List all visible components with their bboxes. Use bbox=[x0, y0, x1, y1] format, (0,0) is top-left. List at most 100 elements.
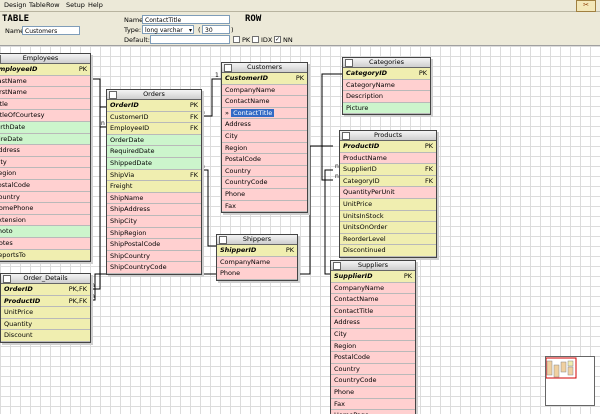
table-row[interactable]: ShipCountry bbox=[107, 250, 201, 263]
table-row[interactable]: LastName bbox=[0, 75, 90, 88]
table-row[interactable]: ShippedDate bbox=[107, 157, 201, 170]
table-row[interactable]: CustomerID PK bbox=[222, 73, 307, 85]
table-select-checkbox[interactable] bbox=[3, 275, 11, 283]
table-row[interactable]: City bbox=[331, 328, 415, 341]
table-row[interactable]: ShipCountryCode bbox=[107, 262, 201, 274]
table-header[interactable]: Employees bbox=[0, 54, 90, 64]
table-row[interactable]: ShipName bbox=[107, 192, 201, 205]
table-row[interactable]: Phone bbox=[331, 386, 415, 399]
table-row[interactable]: UnitsInStock bbox=[340, 210, 436, 223]
table-row[interactable]: ShipRegion bbox=[107, 227, 201, 240]
nn-checkbox[interactable]: ✓ bbox=[274, 36, 281, 43]
table-row[interactable]: PostalCode bbox=[0, 179, 90, 192]
table-shippers[interactable]: Shippers ShipperID PK CompanyName Phone bbox=[216, 234, 298, 281]
table-products[interactable]: Products ProductID PK ProductName SupplierID… bbox=[339, 130, 437, 258]
table-row[interactable]: OrderDate bbox=[107, 134, 201, 147]
table-row[interactable]: CompanyName bbox=[331, 282, 415, 295]
table-row[interactable]: ShipCity bbox=[107, 215, 201, 228]
design-canvas[interactable]: 1 n n n n n n n EmployeesEmployeeIDPKLas… bbox=[0, 46, 600, 414]
link-orders-orderdetails[interactable] bbox=[90, 106, 107, 290]
table-row[interactable]: ProductID PK,FK bbox=[1, 295, 90, 308]
table-row[interactable]: HireDate bbox=[0, 133, 90, 146]
link-shippers-orders[interactable] bbox=[200, 169, 216, 247]
table-row[interactable]: Freight bbox=[107, 181, 201, 193]
table-row[interactable]: EmployeeID FK bbox=[107, 123, 201, 135]
table-row[interactable]: ShipVia FK bbox=[107, 169, 201, 182]
table-row[interactable]: ContactName bbox=[222, 96, 307, 108]
table-row[interactable]: CompanyName bbox=[217, 256, 297, 269]
table-row[interactable]: Country bbox=[331, 363, 415, 376]
table-row[interactable]: Extension bbox=[0, 214, 90, 227]
table-row[interactable]: Title bbox=[0, 98, 90, 111]
row-size-input[interactable]: 30 bbox=[202, 25, 230, 34]
table-row[interactable]: ReportsTo bbox=[0, 249, 90, 262]
table-order-details[interactable]: Order_Details OrderID PK,FK ProductID PK,FK U… bbox=[0, 273, 91, 343]
table-row[interactable]: UnitsOnOrder bbox=[340, 222, 436, 234]
menu-design[interactable]: Design bbox=[4, 1, 26, 9]
table-header[interactable]: Products bbox=[340, 131, 436, 141]
table-row[interactable]: SupplierID PK bbox=[331, 271, 415, 283]
table-row[interactable]: PostalCode bbox=[222, 154, 307, 166]
table-customers[interactable]: Customers CustomerID PK CompanyName ContactN… bbox=[221, 62, 308, 214]
table-row[interactable]: CountryCode bbox=[222, 177, 307, 189]
row-name-input[interactable]: ContactTitle bbox=[142, 15, 230, 24]
table-row[interactable]: OrderID PK bbox=[107, 100, 201, 112]
table-row[interactable]: CompanyName bbox=[222, 84, 307, 97]
menu-table[interactable]: Table bbox=[29, 1, 46, 9]
table-header[interactable]: Shippers bbox=[217, 235, 297, 245]
table-row[interactable]: Address bbox=[222, 119, 307, 131]
table-row[interactable]: Phone bbox=[217, 268, 297, 280]
table-row[interactable]: Phone bbox=[222, 188, 307, 201]
table-row[interactable]: Country bbox=[0, 191, 90, 204]
table-row[interactable]: CategoryName bbox=[343, 79, 430, 92]
table-row[interactable]: CustomerID FK bbox=[107, 111, 201, 124]
table-orders[interactable]: Orders OrderID PK CustomerID FK EmployeeID FK O… bbox=[106, 89, 202, 275]
table-row[interactable]: ContactName bbox=[331, 294, 415, 306]
table-row[interactable]: CategoryID FK bbox=[340, 175, 436, 188]
row-type-select[interactable]: long varchar ▾ bbox=[142, 25, 194, 34]
table-row[interactable]: RequiredDate bbox=[107, 146, 201, 158]
table-row[interactable]: CategoryID PK bbox=[343, 68, 430, 80]
table-row[interactable]: City bbox=[0, 156, 90, 169]
table-row[interactable]: Photo bbox=[0, 226, 90, 238]
table-row[interactable]: TitleOfCourtesy bbox=[0, 110, 90, 122]
table-row[interactable]: Quantity bbox=[1, 318, 90, 331]
idx-checkbox[interactable] bbox=[252, 36, 259, 43]
table-select-checkbox[interactable] bbox=[333, 262, 341, 270]
table-row[interactable]: Discontinued bbox=[340, 245, 436, 257]
table-row[interactable]: SupplierID FK bbox=[340, 164, 436, 176]
menu-row[interactable]: Row bbox=[46, 1, 60, 9]
table-row[interactable]: UnitPrice bbox=[340, 198, 436, 211]
table-row[interactable]: CountryCode bbox=[331, 375, 415, 387]
table-select-checkbox[interactable] bbox=[345, 59, 353, 67]
table-row[interactable]: Address bbox=[0, 145, 90, 157]
table-header[interactable]: Categories bbox=[343, 58, 430, 68]
table-employees[interactable]: Employees EmployeeID PK LastName FirstName Ti… bbox=[0, 53, 91, 263]
table-row[interactable]: Region bbox=[0, 168, 90, 180]
table-row[interactable]: Address bbox=[331, 317, 415, 329]
table-header[interactable]: Order_Details bbox=[1, 274, 90, 284]
table-row[interactable]: ContactTitle bbox=[331, 305, 415, 318]
menu-help[interactable]: Help bbox=[88, 1, 103, 9]
table-row[interactable]: Notes bbox=[0, 237, 90, 250]
table-row[interactable]: ProductID PK bbox=[340, 141, 436, 153]
table-row[interactable]: HomePage bbox=[331, 410, 415, 414]
table-row[interactable]: OrderID PK,FK bbox=[1, 284, 90, 296]
table-row[interactable]: » ContactTitle bbox=[222, 107, 307, 120]
table-row[interactable]: Picture bbox=[343, 102, 430, 115]
table-row[interactable]: ShipperID PK bbox=[217, 245, 297, 257]
table-row[interactable]: Fax bbox=[331, 398, 415, 411]
link-suppliers-products[interactable] bbox=[324, 169, 333, 275]
pk-checkbox[interactable] bbox=[233, 36, 240, 43]
table-row[interactable]: ReorderLevel bbox=[340, 233, 436, 246]
table-row[interactable]: UnitPrice bbox=[1, 307, 90, 319]
menu-setup[interactable]: Setup bbox=[66, 1, 85, 9]
table-suppliers[interactable]: Suppliers SupplierID PK CompanyName ContactN… bbox=[330, 260, 416, 414]
table-header[interactable]: Suppliers bbox=[331, 261, 415, 271]
table-header[interactable]: Customers bbox=[222, 63, 307, 73]
table-header[interactable]: Orders bbox=[107, 90, 201, 100]
table-row[interactable]: Region bbox=[331, 340, 415, 353]
table-row[interactable]: BirthDate bbox=[0, 121, 90, 134]
overview-minimap[interactable] bbox=[545, 356, 595, 406]
row-default-input[interactable] bbox=[150, 35, 230, 44]
